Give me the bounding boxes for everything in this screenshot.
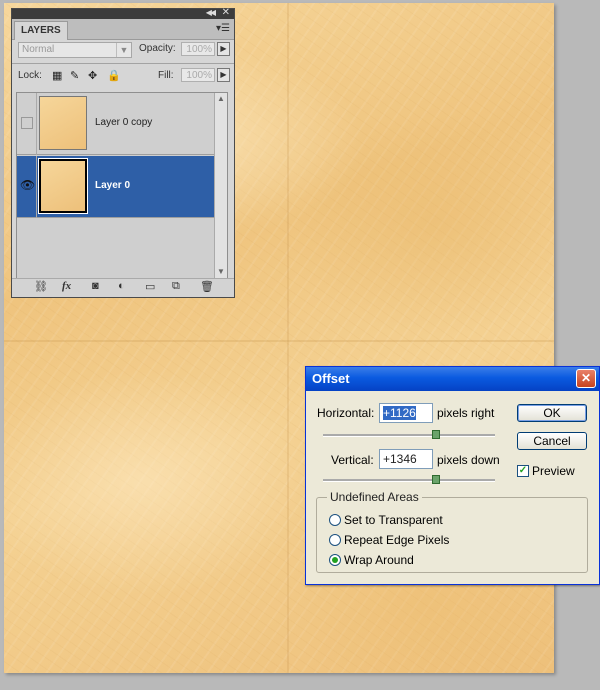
lock-all-icon[interactable]: 🔒	[107, 69, 121, 82]
vertical-slider[interactable]	[323, 475, 495, 485]
option-label: Set to Transparent	[344, 513, 443, 527]
layer-thumbnail	[38, 158, 88, 214]
link-icon[interactable]: ⛓	[34, 280, 48, 293]
vertical-unit: pixels down	[437, 453, 500, 467]
blend-row: Normal ▼ Opacity: 100% ▶	[16, 42, 230, 60]
ok-button[interactable]: OK	[517, 404, 587, 422]
fx-icon[interactable]: fx	[62, 280, 71, 292]
fill-label: Fill:	[158, 70, 174, 81]
opacity-label: Opacity:	[139, 43, 176, 54]
horizontal-label: Horizontal:	[317, 406, 375, 420]
visibility-box-icon	[21, 117, 33, 129]
layer-row-layer-0[interactable]: 👁 Layer 0	[17, 156, 215, 218]
horizontal-value: +1126	[383, 406, 416, 420]
opacity-field[interactable]: 100%	[181, 42, 215, 56]
preview-label: Preview	[532, 464, 575, 478]
radio-wrap-around[interactable]	[329, 554, 341, 566]
tile-seam-vertical	[287, 3, 289, 673]
slider-thumb[interactable]	[432, 475, 440, 484]
cancel-button[interactable]: Cancel	[517, 432, 587, 450]
lock-move-icon[interactable]: ✥	[88, 69, 97, 82]
panel-tab-row: LAYERS ▾☰	[12, 19, 234, 40]
slider-track	[323, 434, 495, 437]
preview-checkbox[interactable]: ✓	[517, 465, 529, 477]
new-layer-icon[interactable]: ⧉	[172, 280, 180, 293]
lock-label: Lock:	[18, 70, 42, 81]
layer-name: Layer 0	[95, 180, 131, 191]
layer-list-scrollbar[interactable]: ▲ ▼	[214, 93, 227, 278]
visibility-toggle[interactable]	[17, 93, 37, 155]
layer-row-layer-0-copy[interactable]: Layer 0 copy	[17, 93, 215, 155]
option-label: Wrap Around	[344, 553, 414, 567]
folder-icon[interactable]: ▭	[145, 280, 155, 293]
visibility-toggle[interactable]: 👁	[17, 156, 37, 218]
lock-brush-icon[interactable]: ✎	[70, 69, 79, 82]
horizontal-input[interactable]: +1126	[379, 403, 433, 423]
slider-track	[323, 479, 495, 482]
vertical-value: +1346	[383, 452, 417, 466]
horizontal-slider[interactable]	[323, 430, 495, 440]
tile-seam-horizontal	[4, 340, 554, 342]
undefined-areas-group: Undefined Areas Set to Transparent Repea…	[316, 490, 588, 573]
lock-transparent-icon[interactable]: ▦	[52, 69, 62, 82]
horizontal-unit: pixels right	[437, 406, 495, 420]
radio-repeat-edge-pixels[interactable]	[329, 534, 341, 546]
radio-set-to-transparent[interactable]	[329, 514, 341, 526]
dialog-title: Offset	[312, 371, 350, 386]
layers-bottom-bar: ⛓ fx ◙ ◐ ▭ ⧉ 🗑	[12, 278, 234, 297]
mask-icon[interactable]: ◙	[92, 280, 99, 292]
opacity-arrow-button[interactable]: ▶	[217, 42, 230, 56]
divider	[12, 63, 234, 64]
offset-dialog: Offset ✕ Horizontal: +1126 pixels right …	[305, 366, 600, 585]
eye-icon: 👁	[20, 178, 36, 192]
close-icon[interactable]: ✕	[222, 7, 230, 18]
vertical-label: Vertical:	[331, 453, 374, 467]
vertical-input[interactable]: +1346	[379, 449, 433, 469]
scroll-down-icon[interactable]: ▼	[215, 266, 227, 278]
layer-list: Layer 0 copy 👁 Layer 0 ▲ ▼	[16, 92, 228, 279]
collapse-icon[interactable]: ◀◀	[206, 8, 216, 17]
tab-layers[interactable]: LAYERS	[14, 21, 68, 40]
adjustment-icon[interactable]: ◐	[118, 280, 125, 292]
fill-field[interactable]: 100%	[181, 68, 215, 82]
blend-mode-select[interactable]: Normal ▼	[18, 42, 132, 58]
chevron-down-icon: ▼	[116, 43, 131, 57]
option-label: Repeat Edge Pixels	[344, 533, 450, 547]
group-label: Undefined Areas	[327, 490, 422, 504]
blend-mode-value: Normal	[22, 44, 55, 55]
slider-thumb[interactable]	[432, 430, 440, 439]
trash-icon[interactable]: 🗑	[200, 280, 214, 293]
layer-thumbnail	[39, 96, 87, 150]
panel-titlebar[interactable]: ◀◀ ✕	[12, 7, 234, 19]
panel-menu-icon[interactable]: ▾☰	[216, 23, 230, 34]
scroll-up-icon[interactable]: ▲	[215, 93, 227, 105]
layer-name: Layer 0 copy	[95, 117, 153, 128]
layers-panel: ◀◀ ✕ LAYERS ▾☰ Normal ▼ Opacity: 100% ▶ …	[11, 7, 235, 298]
close-icon[interactable]: ✕	[576, 369, 596, 388]
dialog-titlebar[interactable]: Offset ✕	[306, 367, 599, 391]
fill-arrow-button[interactable]: ▶	[217, 68, 230, 82]
